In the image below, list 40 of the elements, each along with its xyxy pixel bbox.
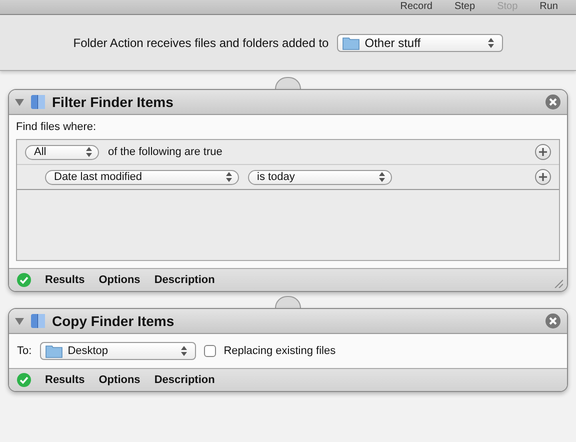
action-title: Filter Finder Items — [52, 94, 174, 110]
folder-popup[interactable]: Other stuff — [336, 34, 503, 52]
updown-arrows-icon — [86, 147, 92, 157]
to-label: To: — [17, 345, 32, 357]
disclosure-triangle-icon[interactable] — [15, 98, 24, 106]
check-icon — [17, 273, 31, 287]
updown-arrows-icon — [379, 172, 385, 182]
operator-popup[interactable]: is today — [248, 170, 392, 184]
footer-tab[interactable]: Description — [154, 374, 215, 386]
folder-icon — [342, 36, 360, 50]
match-label: of the following are true — [108, 146, 224, 158]
footer-tab[interactable]: Options — [98, 274, 140, 286]
toolbar-button[interactable]: Record — [400, 1, 432, 13]
close-button[interactable] — [545, 313, 561, 329]
footer-tab[interactable]: Results — [45, 274, 85, 286]
close-button[interactable] — [545, 94, 561, 110]
prompt-label: Find files where: — [16, 121, 98, 133]
attribute-popup[interactable]: Date last modified — [45, 170, 239, 184]
footer-tab[interactable]: Description — [154, 274, 215, 286]
add-button[interactable] — [535, 169, 551, 185]
replace-label: Replacing existing files — [224, 345, 336, 357]
updown-arrows-icon — [180, 346, 187, 356]
updown-arrows-icon — [226, 172, 232, 182]
toolbar-button[interactable]: Step — [454, 1, 476, 13]
disclosure-triangle-icon[interactable] — [15, 316, 24, 326]
destination-popup[interactable]: Desktop — [40, 342, 196, 360]
replace-checkbox[interactable] — [204, 345, 216, 357]
workflow-header-label: Folder Action receives files and folders added to — [73, 36, 329, 50]
check-icon — [17, 373, 31, 387]
add-button[interactable] — [535, 144, 551, 160]
footer-tab[interactable]: Results — [45, 374, 85, 386]
quantifier-popup[interactable]: All — [25, 144, 99, 160]
footer-tab[interactable]: Options — [98, 374, 140, 386]
updown-arrows-icon — [488, 38, 494, 48]
app-icon — [30, 313, 46, 329]
toolbar-button[interactable]: Run — [540, 1, 558, 13]
app-icon — [30, 94, 46, 110]
resize-grip-icon[interactable] — [553, 278, 563, 288]
folder-icon — [44, 344, 63, 358]
action-title: Copy Finder Items — [52, 313, 176, 329]
